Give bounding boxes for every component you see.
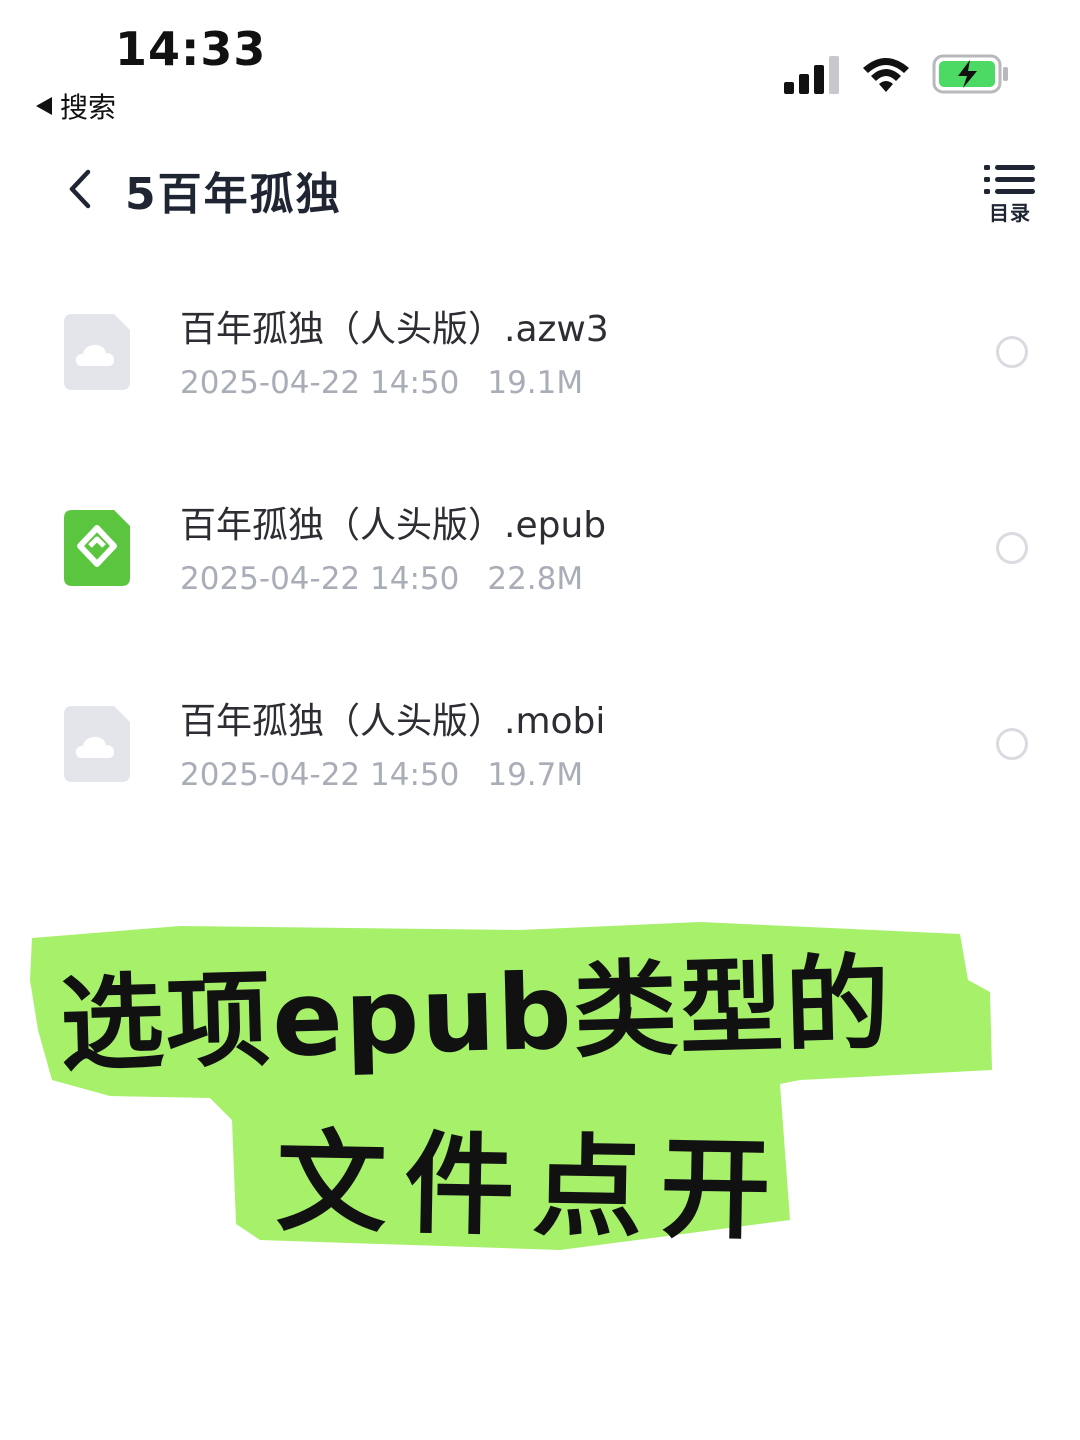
file-size: 19.1M	[487, 365, 584, 401]
cloud-file-icon	[64, 706, 130, 782]
status-time: 14:33	[115, 22, 267, 76]
wifi-icon	[863, 58, 909, 92]
file-row[interactable]: 百年孤独（人头版）.mobi 2025-04-22 14:50 19.7M	[0, 662, 1080, 858]
select-radio[interactable]	[996, 728, 1028, 760]
file-meta: 2025-04-22 14:50 22.8M	[180, 561, 583, 597]
file-row[interactable]: 百年孤独（人头版）.azw3 2025-04-22 14:50 19.1M	[0, 270, 1080, 466]
file-size: 22.8M	[487, 561, 584, 597]
file-name: 百年孤独（人头版）.azw3	[180, 309, 609, 350]
file-size: 19.7M	[487, 757, 584, 793]
status-icons	[784, 50, 1010, 94]
file-date: 2025-04-22 14:50	[180, 561, 460, 597]
file-date: 2025-04-22 14:50	[180, 757, 460, 793]
list-icon	[984, 165, 1035, 194]
overlay-line-2: 文件点开	[275, 1117, 790, 1255]
cellular-signal-icon	[784, 56, 839, 94]
overlay-line-1: 选项epub类型的	[58, 942, 894, 1086]
battery-charging-icon	[932, 54, 1008, 94]
overlay-banner: 选项epub类型的 文件点开	[0, 920, 1080, 1280]
file-row[interactable]: 百年孤独（人头版）.epub 2025-04-22 14:50 22.8M	[0, 466, 1080, 662]
page-title: 5百年孤独	[125, 169, 342, 220]
file-meta: 2025-04-22 14:50 19.7M	[180, 757, 583, 793]
status-back-to-search[interactable]: 搜索	[36, 86, 116, 126]
header-bar: 5百年孤独 目录	[0, 150, 1080, 230]
select-radio[interactable]	[996, 336, 1028, 368]
file-name: 百年孤独（人头版）.epub	[180, 505, 607, 546]
toc-label: 目录	[989, 201, 1031, 225]
file-meta: 2025-04-22 14:50 19.1M	[180, 365, 583, 401]
back-arrow-icon[interactable]	[60, 164, 100, 214]
back-triangle-icon	[36, 97, 52, 115]
file-name: 百年孤独（人头版）.mobi	[180, 701, 606, 742]
cloud-file-icon	[64, 314, 130, 390]
file-list: 百年孤独（人头版）.azw3 2025-04-22 14:50 19.1M 百年孤…	[0, 270, 1080, 858]
epub-file-icon	[64, 510, 130, 586]
toc-button[interactable]: 目录	[984, 164, 1036, 226]
status-back-label: 搜索	[60, 91, 117, 124]
select-radio[interactable]	[996, 532, 1028, 564]
file-date: 2025-04-22 14:50	[180, 365, 460, 401]
